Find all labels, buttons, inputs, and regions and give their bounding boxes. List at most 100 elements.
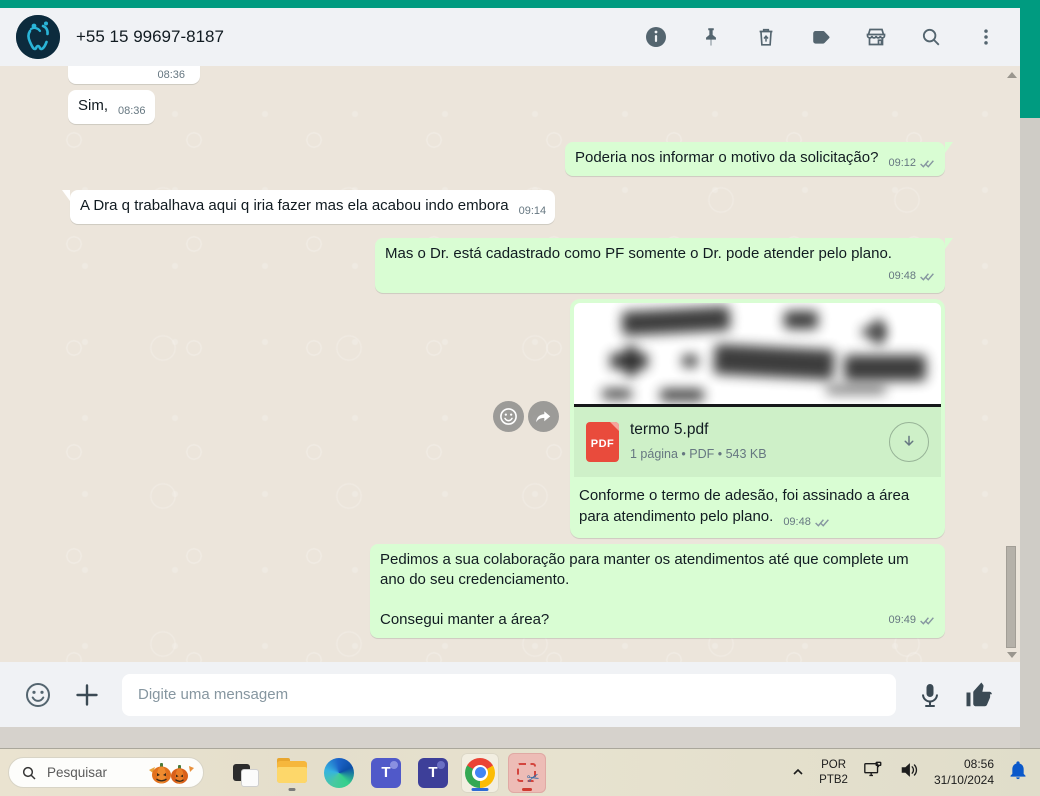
teams-classic-icon: T	[371, 757, 401, 788]
outgoing-message[interactable]: Poderia nos informar o motivo da solicit…	[564, 142, 954, 176]
outgoing-message[interactable]: Mas o Dr. está cadastrado como PF soment…	[375, 238, 953, 293]
snipping-tool-icon: ✂	[511, 757, 543, 789]
message-row: PDF termo 5.pdf 1 página • PDF • 543 KB …	[62, 299, 945, 538]
active-indicator	[522, 787, 532, 791]
teams-new-button[interactable]: T	[414, 753, 452, 793]
message-row: Pedimos a sua colaboração para manter os…	[62, 544, 945, 638]
document-file-chip[interactable]: PDF termo 5.pdf 1 página • PDF • 543 KB	[574, 407, 941, 477]
double-check-icon	[920, 272, 934, 281]
message-text: Sim,	[78, 97, 108, 114]
tray-date: 31/10/2024	[933, 772, 994, 787]
chrome-button[interactable]	[461, 752, 499, 793]
incoming-message[interactable]: Sim, 08:36	[68, 90, 155, 124]
network-icon[interactable]	[862, 760, 884, 785]
message-time: 08:36	[118, 105, 146, 117]
info-icon[interactable]	[644, 25, 668, 49]
message-composer	[0, 662, 1020, 727]
notification-bell-icon[interactable]	[1008, 759, 1028, 786]
forward-button[interactable]	[528, 401, 559, 432]
language-indicator[interactable]: POR PTB2	[819, 758, 848, 787]
header-toolbar	[644, 25, 998, 49]
message-text: Poderia nos informar o motivo da solicit…	[574, 149, 879, 166]
chat-header: +55 15 99697-8187	[0, 8, 1020, 66]
message-input[interactable]	[122, 673, 896, 716]
document-meta: 1 página • PDF • 543 KB	[630, 447, 767, 461]
message-time: 09:48	[888, 270, 916, 282]
contact-avatar[interactable]	[16, 15, 60, 59]
emoji-icon[interactable]	[24, 681, 52, 709]
message-time: 09:49	[888, 614, 916, 626]
document-filename: termo 5.pdf	[630, 421, 709, 438]
scroll-down-arrow-icon[interactable]	[1007, 652, 1017, 658]
taskbar-search[interactable]	[8, 757, 204, 788]
storefront-icon[interactable]	[864, 25, 888, 49]
message-row: Poderia nos informar o motivo da solicit…	[62, 142, 954, 176]
message-row: 08:36	[68, 66, 945, 84]
message-time: 09:14	[518, 205, 547, 217]
background-window-edge-gray	[1020, 118, 1040, 748]
message-time: 09:48	[783, 516, 811, 528]
add-reaction-button[interactable]	[493, 401, 524, 432]
active-indicator	[471, 787, 489, 791]
message-time: 08:36	[157, 69, 185, 81]
clock[interactable]: 08:56 31/10/2024	[934, 757, 994, 788]
outgoing-document-message[interactable]: PDF termo 5.pdf 1 página • PDF • 543 KB …	[493, 299, 945, 538]
teams-classic-button[interactable]: T	[367, 753, 405, 793]
message-text: Pedimos a sua colaboração para manter os…	[380, 551, 909, 588]
chat-scrollbar[interactable]	[1005, 68, 1017, 660]
message-time: 09:12	[888, 157, 916, 169]
scroll-up-arrow-icon[interactable]	[1007, 72, 1017, 78]
attach-plus-icon[interactable]	[74, 682, 100, 708]
message-row: A Dra q trabalhava aqui q iria fazer mas…	[61, 190, 945, 224]
search-icon	[22, 766, 36, 780]
message-text: A Dra q trabalhava aqui q iria fazer mas…	[80, 197, 509, 214]
smiley-icon	[500, 408, 517, 425]
taskbar-search-input[interactable]	[45, 764, 135, 781]
teams-new-icon: T	[418, 757, 448, 788]
document-caption: Conforme o termo de adesão, foi assinado…	[579, 487, 910, 525]
thumbs-up-icon[interactable]	[964, 680, 994, 710]
edge-button[interactable]	[320, 753, 358, 793]
menu-icon[interactable]	[974, 25, 998, 49]
message-list[interactable]: 08:36 Sim, 08:36 Poderia nos informar o m…	[0, 66, 1020, 662]
clear-chat-icon[interactable]	[754, 25, 778, 49]
windows-taskbar: T T ✂ POR PTB2	[0, 748, 1040, 796]
download-icon	[904, 435, 914, 447]
snipping-tool-button[interactable]: ✂	[508, 752, 546, 793]
whatsapp-window: +55 15 99697-8187 08:36 Sim, 08:36 Poder…	[0, 8, 1020, 727]
pdf-badge: PDF	[590, 438, 615, 450]
chrome-icon	[465, 757, 495, 788]
dental-logo-icon	[16, 15, 60, 59]
running-indicator	[288, 787, 296, 791]
label-icon[interactable]	[809, 25, 833, 49]
document-preview-thumbnail[interactable]	[574, 303, 941, 407]
tray-time: 08:56	[963, 756, 994, 771]
file-explorer-button[interactable]	[273, 753, 311, 793]
system-tray: POR PTB2 08:56 31/10/2024	[791, 757, 1032, 788]
file-explorer-icon	[277, 757, 307, 785]
language-code: POR	[821, 759, 847, 772]
outgoing-message[interactable]: Pedimos a sua colaboração para manter os…	[370, 544, 945, 638]
microphone-icon[interactable]	[918, 682, 942, 708]
forward-icon	[536, 411, 551, 423]
volume-icon[interactable]	[898, 760, 920, 785]
message-row: Sim, 08:36	[68, 90, 945, 124]
search-icon[interactable]	[919, 25, 943, 49]
window-accent-bar	[0, 0, 1040, 8]
download-button[interactable]	[889, 422, 929, 462]
tray-overflow-chevron-icon[interactable]	[791, 765, 805, 782]
search-seasonal-art	[145, 760, 197, 786]
scrollbar-thumb[interactable]	[1006, 546, 1016, 648]
document-info: termo 5.pdf 1 página • PDF • 543 KB	[630, 420, 878, 464]
incoming-message-cutoff[interactable]: 08:36	[68, 66, 200, 84]
contact-phone-title[interactable]: +55 15 99697-8187	[76, 27, 644, 47]
taskbar-apps: T T ✂	[226, 752, 546, 793]
message-text: Consegui manter a área?	[380, 611, 550, 628]
hover-actions	[493, 401, 559, 432]
pin-icon[interactable]	[699, 25, 723, 49]
background-window-edge-green	[1020, 8, 1040, 118]
double-check-icon	[814, 519, 829, 527]
double-check-icon	[920, 616, 934, 625]
task-view-button[interactable]	[226, 753, 264, 793]
incoming-message[interactable]: A Dra q trabalhava aqui q iria fazer mas…	[61, 190, 556, 224]
